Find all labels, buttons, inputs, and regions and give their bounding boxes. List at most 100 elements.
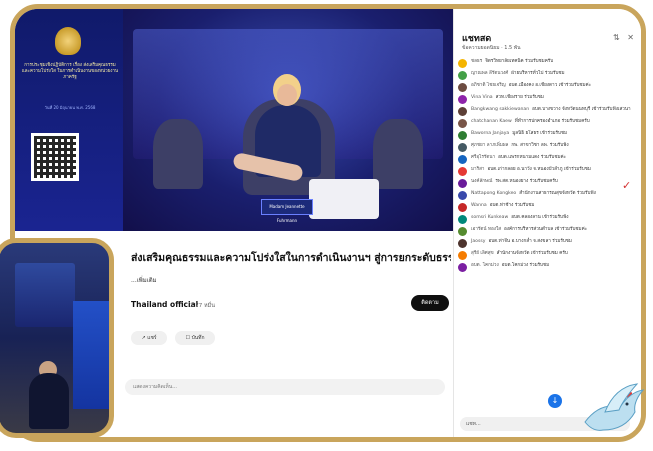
- chat-text: สำนักงานจังหวัด เข้าร่วมรับชม ครับ: [496, 251, 568, 256]
- avatar[interactable]: [458, 263, 467, 272]
- emblem-icon: [55, 27, 81, 55]
- chat-author[interactable]: อภิชาติ ไชยเจริญ: [471, 83, 506, 88]
- chat-author[interactable]: Wanna: [471, 203, 487, 208]
- stage-scene: Madam Jeannette Fuhrmann: [123, 9, 453, 231]
- avatar[interactable]: [458, 107, 467, 116]
- avatar[interactable]: [458, 155, 467, 164]
- chat-message[interactable]: ศุภชยา ลาภเพิ่มผล กพ. สาขาวิชา ลพ. ร่วมรั…: [458, 143, 640, 152]
- chat-author[interactable]: Vina Vina: [471, 95, 493, 100]
- chat-text: จิตรวิทยาลัยเทคนิค ร่วมรับชมครับ: [485, 59, 554, 64]
- avatar[interactable]: [458, 191, 467, 200]
- chat-author[interactable]: เอารัตน์ ทองใส: [471, 227, 501, 232]
- chat-text: ที่ทำการปกครองอำเภอ ร่วมรับชมครับ: [514, 119, 590, 124]
- chat-text: สวท.เชียงราย ร่วมรับชม: [495, 95, 544, 100]
- chat-message[interactable]: นงค์ลักษณ์ รพ.สต.หนองยาง ร่วมรับชมครับ: [458, 179, 640, 188]
- inset-speaker: [29, 373, 69, 429]
- chat-header-icons: ⇅ ✕: [613, 33, 634, 42]
- chair-left: [153, 119, 203, 189]
- chat-message[interactable]: Wanna อบต.ท่าช้าง ร่วมรับชม: [458, 203, 640, 212]
- event-banner: การประชุมเชิงปฏิบัติการ เรื่อง ส่งเสริมค…: [15, 9, 123, 231]
- chat-text: มูลนิธิ ยโสธร เข้าร่วมรับชม: [512, 131, 568, 136]
- checkmark-icon: ✓: [622, 179, 632, 192]
- inset-banner: [73, 301, 109, 409]
- chat-text: รพ.สต.หนองยาง ร่วมรับชมครับ: [495, 179, 558, 184]
- avatar[interactable]: [458, 83, 467, 92]
- chat-author[interactable]: Bangkwang sakkiewanan: [471, 107, 529, 112]
- more-link[interactable]: ...เพิ่มเติม: [131, 275, 157, 285]
- comment-input[interactable]: แสดงความคิดเห็น...: [125, 379, 445, 395]
- chat-author[interactable]: Jaossy: [471, 239, 486, 244]
- close-icon[interactable]: ✕: [627, 33, 634, 42]
- avatar[interactable]: [458, 239, 467, 248]
- chat-text: อบต.เก่ากลอย อ.นาวัง จ.หนองบัวลำภู เข้าร…: [487, 167, 591, 172]
- chat-text: อบต.เมืองคง อ.เชียงดาว เข้าร่วมรับชมค่ะ: [508, 83, 592, 88]
- chat-author[interactable]: ศุภชยา ลาภเพิ่มผล: [471, 143, 508, 148]
- avatar[interactable]: [458, 251, 467, 260]
- chat-text: อบต.คลองลาน เข้าร่วมรับฟัง: [511, 215, 569, 220]
- avatar[interactable]: [458, 167, 467, 176]
- chat-message[interactable]: ศรีอุไรรัตนา อบต.แพรกหนามแดง ร่วมรับชมค่ะ: [458, 155, 640, 164]
- chat-message[interactable]: อบต. โคกม่วง อบต.โคกม่วง ร่วมรับชม: [458, 263, 640, 272]
- avatar[interactable]: [458, 203, 467, 212]
- chat-author[interactable]: Baworna Janjaya: [471, 131, 509, 136]
- avatar[interactable]: [458, 179, 467, 188]
- chair-right: [373, 119, 423, 189]
- chat-message[interactable]: Vina Vina สวท.เชียงราย ร่วมรับชม: [458, 95, 640, 104]
- chat-message[interactable]: อภิชาติ ไชยเจริญ อบต.เมืองคง อ.เชียงดาว เ…: [458, 83, 640, 92]
- chat-author[interactable]: นงค์ลักษณ์: [471, 179, 492, 184]
- avatar[interactable]: [458, 227, 467, 236]
- scroll-down-button[interactable]: ↓: [548, 394, 562, 408]
- chat-message[interactable]: chatchanan Kaew ที่ทำการปกครองอำเภอ ร่วมร…: [458, 119, 640, 128]
- video-player[interactable]: การประชุมเชิงปฏิบัติการ เรื่อง ส่งเสริมค…: [15, 9, 453, 231]
- chat-text: อบต.บางขวาง จังหวัดนนทบุรี เข้าร่วมรับฟั…: [532, 107, 631, 112]
- save-button[interactable]: ☐ บันทึก: [175, 331, 215, 345]
- chat-author[interactable]: ญาณพล ลีรัตนวงศ์: [471, 71, 508, 76]
- avatar[interactable]: [458, 71, 467, 80]
- chat-message[interactable]: Bangkwang sakkiewanan อบต.บางขวาง จังหวัด…: [458, 107, 640, 116]
- chat-message[interactable]: Baworna Janjaya มูลนิธิ ยโสธร เข้าร่วมรับ…: [458, 131, 640, 140]
- chat-message[interactable]: somsri Kunkeaw อบต.คลองลาน เข้าร่วมรับฟัง: [458, 215, 640, 224]
- share-button[interactable]: ↗ แชร์: [131, 331, 167, 345]
- chat-author[interactable]: Nattapong Kongkeo: [471, 191, 516, 196]
- avatar[interactable]: [458, 119, 467, 128]
- avatar[interactable]: [458, 95, 467, 104]
- chat-message[interactable]: Jaossy อบต.ท่าจีน อ.บางกล่ำ จ.สงขลา ร่วมร…: [458, 239, 640, 248]
- chat-text: อบต.ท่าจีน อ.บางกล่ำ จ.สงขลา ร่วมรับชม: [488, 239, 572, 244]
- avatar[interactable]: [458, 143, 467, 152]
- chat-text: อบต.โคกม่วง ร่วมรับชม: [501, 263, 550, 268]
- chat-message[interactable]: ญาณพล ลีรัตนวงศ์ ฝ่ายบริหารทั่วไป ร่วมรับ…: [458, 71, 640, 80]
- chat-text: ฝ่ายบริหารทั่วไป ร่วมรับชม: [511, 71, 565, 76]
- share-label: แชร์: [147, 335, 157, 341]
- live-chat-panel: แชทสด ข้อความยอดนิยม · 1.5 พัน ⇅ ✕ ชลธรจ…: [453, 9, 641, 437]
- chat-text: องค์การบริหารส่วนตำบล เข้าร่วมรับชมค่ะ: [504, 227, 588, 232]
- chat-message[interactable]: ชลธร จิตรวิทยาลัยเทคนิค ร่วมรับชมครับ: [458, 59, 640, 68]
- filter-icon[interactable]: ⇅: [613, 33, 620, 42]
- avatar[interactable]: [458, 131, 467, 140]
- chat-author[interactable]: somsri Kunkeaw: [471, 215, 508, 220]
- chat-text: อบต.แพรกหนามแดง ร่วมรับชมค่ะ: [498, 155, 567, 160]
- chat-author[interactable]: chatchanan Kaew: [471, 119, 512, 124]
- chat-message[interactable]: Nattapong Kongkeo สำนักงานสาธารณสุขจังหวั…: [458, 191, 640, 200]
- chat-text: สำนักงานสาธารณสุขจังหวัด ร่วมรับฟัง: [519, 191, 596, 196]
- chat-author[interactable]: มาริสา: [471, 167, 484, 172]
- chat-author[interactable]: สุรีย์ เลิศสุข: [471, 251, 494, 256]
- chat-message[interactable]: มาริสา อบต.เก่ากลอย อ.นาวัง จ.หนองบัวลำภู…: [458, 167, 640, 176]
- chat-author[interactable]: ชลธร: [471, 59, 482, 64]
- speaker-nameplate: Madam Jeannette Fuhrmann: [261, 199, 313, 223]
- bird-decoration-icon: [584, 383, 645, 431]
- avatar[interactable]: [458, 59, 467, 68]
- chat-author[interactable]: ศรีอุไรรัตนา: [471, 155, 495, 160]
- channel-name[interactable]: Thailand official: [131, 300, 198, 309]
- chat-message[interactable]: สุรีย์ เลิศสุข สำนักงานจังหวัด เข้าร่วมรั…: [458, 251, 640, 260]
- chat-author[interactable]: อบต. โคกม่วง: [471, 263, 499, 268]
- chat-message[interactable]: เอารัตน์ ทองใส องค์การบริหารส่วนตำบล เข้า…: [458, 227, 640, 236]
- save-label: บันทึก: [191, 335, 205, 341]
- chat-text: กพ. สาขาวิชา ลพ. ร่วมรับฟัง: [511, 143, 569, 148]
- inset-photo: [0, 238, 114, 438]
- avatar[interactable]: [458, 215, 467, 224]
- chat-subtitle[interactable]: ข้อความยอดนิยม · 1.5 พัน: [462, 44, 521, 52]
- qr-code: [31, 133, 79, 181]
- chat-title: แชทสด: [462, 34, 492, 44]
- subscribe-button[interactable]: ติดตาม: [411, 295, 449, 311]
- side-table: [309, 179, 379, 219]
